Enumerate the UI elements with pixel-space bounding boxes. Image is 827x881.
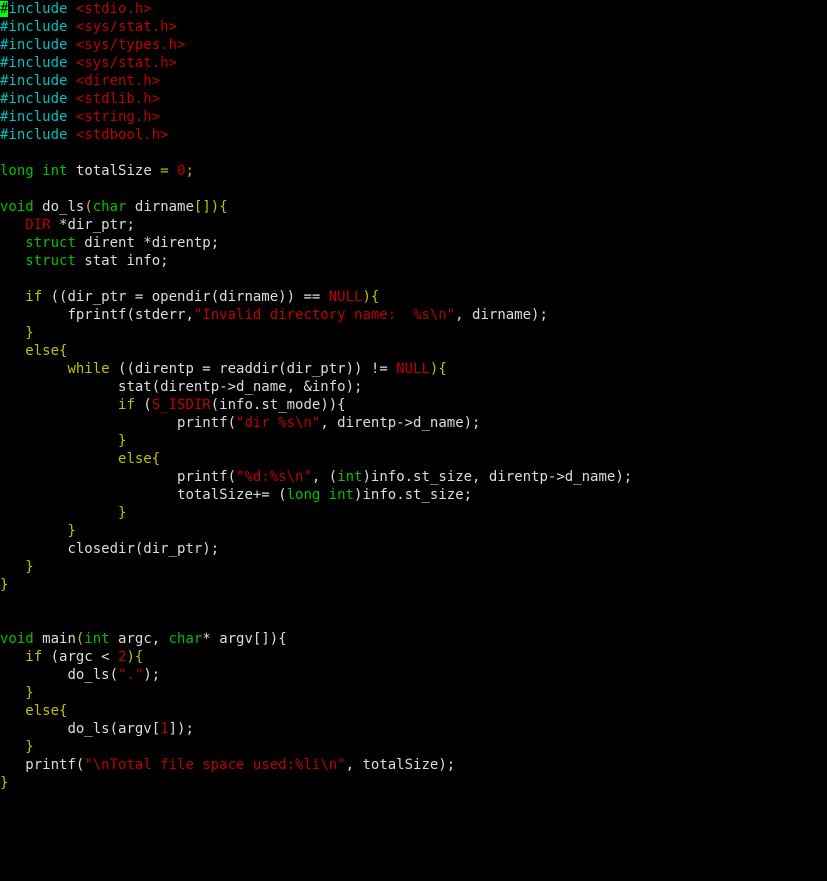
punct: }: [118, 433, 126, 449]
function-name: do_ls: [42, 199, 84, 215]
number-literal: 1: [160, 721, 168, 737]
include-header: <sys/stat.h>: [76, 19, 177, 35]
code-text: (: [135, 397, 152, 413]
code-text: )info.st_size;: [354, 487, 472, 503]
preproc-include: #include: [0, 109, 76, 125]
code-text: );: [143, 667, 160, 683]
code-text: )info.st_size, direntp->d_name);: [362, 469, 632, 485]
preproc-include: #include: [0, 19, 76, 35]
operator: =: [160, 163, 168, 179]
keyword: else: [25, 703, 59, 719]
code-text: , totalSize);: [346, 757, 456, 773]
preproc-include: #include: [0, 91, 76, 107]
punct: }: [67, 523, 75, 539]
number-literal: 0: [177, 163, 185, 179]
string-literal: ".": [118, 667, 143, 683]
keyword: else: [118, 451, 152, 467]
preproc-include: include: [8, 1, 75, 17]
punct: {: [59, 343, 67, 359]
keyword: if: [118, 397, 135, 413]
punct: ;: [186, 163, 194, 179]
keyword: else: [25, 343, 59, 359]
type-keyword: int: [329, 487, 354, 503]
function-name: main: [42, 631, 76, 647]
punct: ){: [430, 361, 447, 377]
code-text: *dir_ptr;: [51, 217, 135, 233]
code-text: ]);: [169, 721, 194, 737]
punct: ){: [211, 199, 228, 215]
identifier: totalSize: [76, 163, 152, 179]
code-text: fprintf(stderr,: [67, 307, 193, 323]
code-text: ((direntp = readdir(dir_ptr)) !=: [110, 361, 397, 377]
type-keyword: void: [0, 631, 34, 647]
include-header: <sys/stat.h>: [76, 55, 177, 71]
keyword: if: [25, 649, 42, 665]
keyword: struct: [25, 235, 76, 251]
code-text: , direntp->d_name);: [320, 415, 480, 431]
include-header: <stdlib.h>: [76, 91, 160, 107]
param-name: dirname: [135, 199, 194, 215]
punct: }: [0, 577, 8, 593]
code-block[interactable]: #include <stdio.h> #include <sys/stat.h>…: [0, 0, 827, 792]
code-text: argc,: [110, 631, 169, 647]
punct: }: [25, 325, 33, 341]
code-text: do_ls(argv[: [67, 721, 160, 737]
string-literal: "dir %s\n": [236, 415, 320, 431]
include-header: <dirent.h>: [76, 73, 160, 89]
punct: ){: [362, 289, 379, 305]
type-keyword: int: [337, 469, 362, 485]
type-keyword: int: [42, 163, 67, 179]
code-text: , dirname);: [455, 307, 548, 323]
include-header: <stdio.h>: [76, 1, 152, 17]
null-literal: NULL: [329, 289, 363, 305]
code-text: (info.st_mode)){: [211, 397, 346, 413]
code-text: closedir(dir_ptr);: [67, 541, 219, 557]
punct: }: [25, 739, 33, 755]
space: [320, 487, 328, 503]
include-header: <sys/types.h>: [76, 37, 186, 53]
code-text: stat(direntp->d_name, &info);: [118, 379, 362, 395]
type-keyword: long: [0, 163, 34, 179]
keyword: while: [67, 361, 109, 377]
preproc-include: #include: [0, 127, 76, 143]
type-keyword: long: [287, 487, 321, 503]
punct: }: [25, 559, 33, 575]
include-header: <stdbool.h>: [76, 127, 169, 143]
code-text: dirent *direntp;: [76, 235, 219, 251]
keyword: struct: [25, 253, 76, 269]
string-literal: "%d:%s\n": [236, 469, 312, 485]
code-text: stat info;: [76, 253, 169, 269]
type-keyword: int: [84, 631, 109, 647]
punct: {: [152, 451, 160, 467]
preproc-include: #include: [0, 37, 76, 53]
punct: (: [84, 199, 92, 215]
keyword: if: [25, 289, 42, 305]
type-macro: DIR: [25, 217, 50, 233]
punct: ){: [126, 649, 143, 665]
code-text: printf(: [25, 757, 84, 773]
code-text: ((dir_ptr = opendir(dirname)) ==: [42, 289, 329, 305]
code-text: printf(: [177, 469, 236, 485]
preproc-include: #include: [0, 73, 76, 89]
code-text: totalSize+= (: [177, 487, 287, 503]
type-keyword: char: [93, 199, 127, 215]
code-text: , (: [312, 469, 337, 485]
include-header: <string.h>: [76, 109, 160, 125]
null-literal: NULL: [396, 361, 430, 377]
punct: }: [25, 685, 33, 701]
code-text: printf(: [177, 415, 236, 431]
string-literal: "Invalid directory name: %s\n": [194, 307, 455, 323]
punct: }: [0, 775, 8, 791]
code-text: do_ls(: [67, 667, 118, 683]
code-text: * argv[]){: [202, 631, 286, 647]
punct: []: [194, 199, 211, 215]
type-keyword: void: [0, 199, 34, 215]
preproc-include: #include: [0, 55, 76, 71]
string-literal: "\nTotal file space used:%li\n": [84, 757, 345, 773]
code-text: (argc <: [42, 649, 118, 665]
punct: }: [118, 505, 126, 521]
type-keyword: char: [169, 631, 203, 647]
macro: S_ISDIR: [152, 397, 211, 413]
punct: {: [59, 703, 67, 719]
